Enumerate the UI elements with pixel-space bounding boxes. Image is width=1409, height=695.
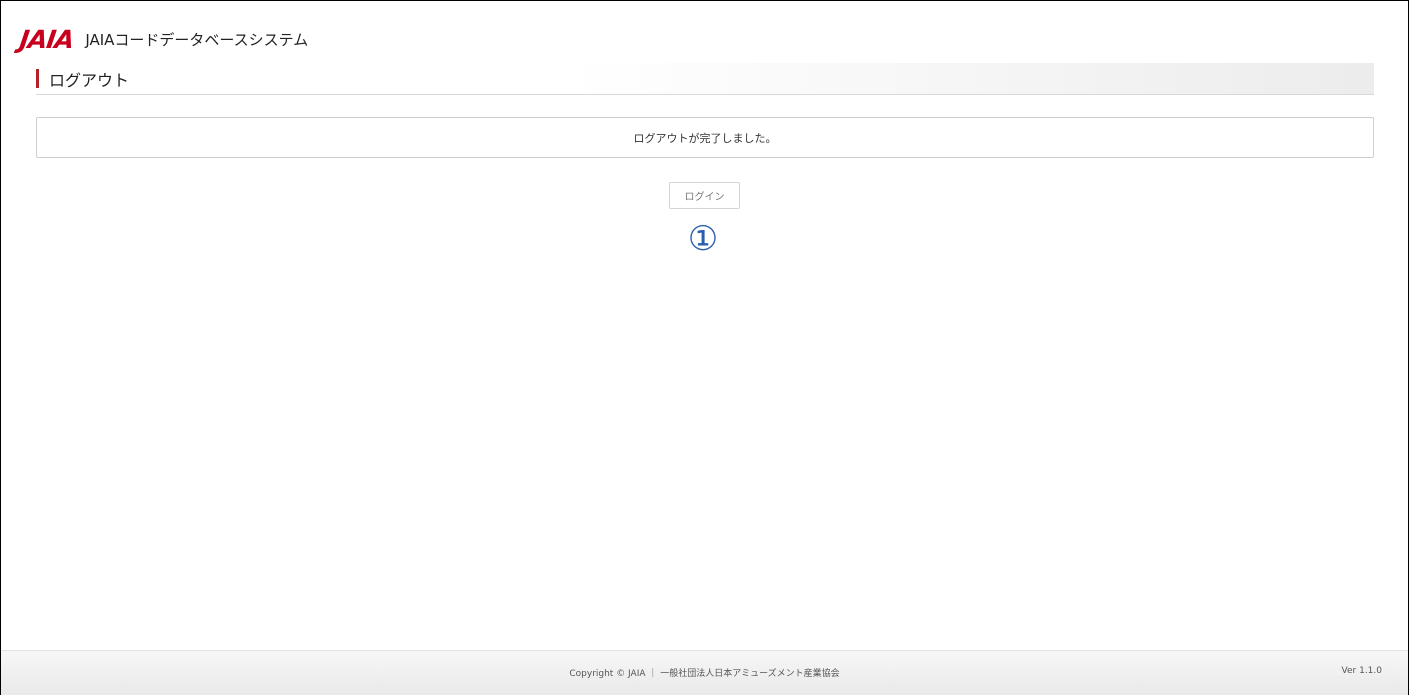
copyright-text: Copyright © JAIA ｜ 一般社団法人日本アミューズメント産業協会 — [569, 669, 840, 679]
system-title: JAIAコードデータベースシステム — [85, 31, 309, 49]
page-heading: ログアウト — [36, 63, 1374, 95]
login-button[interactable]: ログイン — [669, 182, 740, 209]
footer: Copyright © JAIA ｜ 一般社団法人日本アミューズメント産業協会 … — [1, 650, 1408, 695]
page-frame — [0, 0, 1409, 695]
app-header: JAIA JAIAコードデータベースシステム — [18, 24, 309, 54]
logout-complete-message: ログアウトが完了しました。 — [633, 131, 777, 145]
logout-message-box: ログアウトが完了しました。 — [36, 117, 1374, 158]
version-label: Ver 1.1.0 — [1341, 666, 1382, 676]
annotation-marker: ① — [687, 219, 719, 259]
page-title: ログアウト — [49, 70, 130, 90]
jaia-logo[interactable]: JAIA — [18, 25, 75, 54]
heading-accent-bar — [36, 69, 39, 88]
